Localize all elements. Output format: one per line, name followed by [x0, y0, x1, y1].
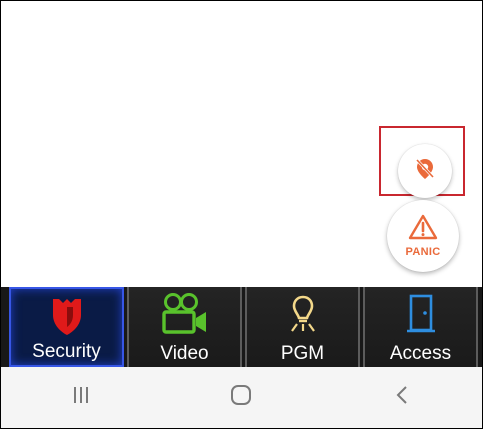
tab-label: Security [32, 341, 101, 362]
home-icon [229, 383, 253, 412]
tab-label: Access [389, 343, 452, 364]
recents-icon [71, 385, 91, 410]
tab-label: Video [160, 343, 209, 364]
home-button[interactable] [211, 373, 271, 423]
tab-access[interactable]: Access [363, 287, 478, 367]
tab-video[interactable]: Video [127, 287, 242, 367]
recents-button[interactable] [51, 373, 111, 423]
panic-label: PANIC [405, 246, 441, 258]
panic-button[interactable]: PANIC [387, 200, 459, 272]
bottom-tab-bar: Security Video PGM Access [1, 287, 482, 367]
system-nav-bar [1, 367, 482, 428]
tab-pgm[interactable]: PGM [245, 287, 360, 367]
tab-security[interactable]: Security [9, 287, 124, 367]
app-screen: PANIC Security Video PGM Access [0, 0, 483, 429]
back-button[interactable] [372, 373, 432, 423]
video-camera-icon [160, 292, 210, 341]
warning-icon [408, 214, 438, 245]
back-icon [392, 384, 412, 411]
shield-icon [49, 295, 85, 342]
bulb-icon [285, 293, 321, 340]
tab-label: PGM [280, 343, 325, 364]
location-off-button[interactable] [398, 144, 452, 198]
location-off-icon [412, 156, 438, 187]
door-icon [406, 292, 436, 341]
